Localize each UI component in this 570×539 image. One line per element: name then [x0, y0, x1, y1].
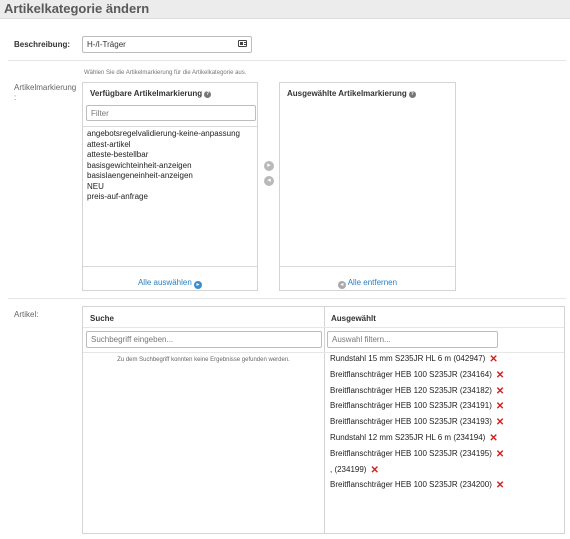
- article-name: , (234199): [330, 464, 367, 474]
- selected-article-item: Breitflanschträger HEB 120 S235JR (23418…: [330, 386, 504, 397]
- description-label: Beschreibung:: [14, 40, 71, 49]
- remove-icon[interactable]: ✕: [496, 401, 504, 412]
- id-card-icon[interactable]: [238, 40, 247, 47]
- article-name: Breitflanschträger HEB 100 S235JR (23416…: [330, 369, 492, 379]
- article-name: Breitflanschträger HEB 100 S235JR (23419…: [330, 417, 492, 427]
- marking-option[interactable]: atteste-bestellbar: [83, 150, 257, 161]
- selected-markings-list[interactable]: [280, 105, 455, 267]
- article-search-input[interactable]: Suchbegriff eingeben...: [86, 331, 322, 348]
- header-divider: [83, 352, 564, 353]
- marking-option[interactable]: angebotsregelvalidierung-keine-anpassung: [83, 129, 257, 140]
- selected-article-item: Breitflanschträger HEB 100 S235JR (23416…: [330, 370, 504, 381]
- selected-article-item: Breitflanschträger HEB 100 S235JR (23419…: [330, 449, 504, 460]
- no-results-message: Zu dem Suchbegriff konnten keine Ergebni…: [117, 357, 290, 363]
- marking-label: Artikelmarkierung :: [14, 83, 77, 102]
- remove-icon[interactable]: ✕: [489, 354, 497, 365]
- available-markings-title: Verfügbare Artikelmarkierung?: [90, 89, 212, 98]
- remove-icon[interactable]: ✕: [489, 433, 497, 444]
- selected-article-item: Breitflanschträger HEB 100 S235JR (23419…: [330, 401, 504, 412]
- article-name: Breitflanschträger HEB 100 S235JR (23419…: [330, 401, 492, 411]
- marking-filter-input[interactable]: Filter: [86, 105, 256, 121]
- help-icon[interactable]: ?: [204, 91, 212, 98]
- remove-icon[interactable]: ✕: [496, 417, 504, 428]
- selection-filter-input[interactable]: Auswahl filtern...: [327, 331, 498, 348]
- remove-icon[interactable]: ✕: [496, 370, 504, 381]
- arrow-left-icon: ◂: [337, 281, 346, 289]
- selected-article-item: Breitflanschträger HEB 100 S235JR (23419…: [330, 417, 504, 428]
- selected-markings-panel: Ausgewählte Artikelmarkierung? ◂ Alle en…: [279, 82, 456, 291]
- remove-icon[interactable]: ✕: [370, 465, 378, 476]
- article-name: Breitflanschträger HEB 120 S235JR (23418…: [330, 385, 492, 395]
- marking-option[interactable]: basislaengeneinheit-anzeigen: [83, 171, 257, 182]
- select-all-button[interactable]: Alle auswählen ▸: [83, 278, 257, 289]
- selected-article-item: , (234199) ✕: [330, 465, 379, 476]
- selected-markings-title: Ausgewählte Artikelmarkierung?: [287, 89, 416, 98]
- remove-icon[interactable]: ✕: [496, 386, 504, 397]
- selected-article-item: Breitflanschträger HEB 100 S235JR (23420…: [330, 480, 504, 491]
- remove-all-button[interactable]: ◂ Alle entfernen: [280, 278, 455, 289]
- selected-title: Ausgewählt: [331, 314, 376, 323]
- marking-option[interactable]: NEU: [83, 182, 257, 193]
- available-markings-panel: Verfügbare Artikelmarkierung? Filter ang…: [82, 82, 258, 291]
- page-header: Artikelkategorie ändern: [0, 0, 570, 19]
- selected-article-item: Rundstahl 15 mm S235JR HL 6 m (042947) ✕: [330, 354, 498, 365]
- articles-label: Artikel:: [14, 310, 39, 319]
- search-title: Suche: [90, 314, 115, 323]
- article-name: Breitflanschträger HEB 100 S235JR (23420…: [330, 480, 492, 490]
- selected-article-item: Rundstahl 12 mm S235JR HL 6 m (234194) ✕: [330, 433, 498, 444]
- description-value: H-/I-Träger: [87, 40, 126, 49]
- help-icon[interactable]: ?: [408, 91, 416, 98]
- column-divider: [324, 307, 325, 533]
- divider: [8, 298, 566, 299]
- article-name: Rundstahl 12 mm S235JR HL 6 m (234194): [330, 433, 486, 442]
- available-markings-list[interactable]: angebotsregelvalidierung-keine-anpassung…: [83, 126, 257, 267]
- marking-hint: Wählen Sie die Artikelmarkierung für die…: [84, 70, 247, 76]
- remove-icon[interactable]: ✕: [496, 449, 504, 460]
- arrow-right-icon: ▸: [194, 281, 203, 289]
- article-name: Rundstahl 15 mm S235JR HL 6 m (042947): [330, 354, 486, 363]
- marking-option[interactable]: basisgewichteinheit-anzeigen: [83, 161, 257, 172]
- marking-option[interactable]: attest-artikel: [83, 140, 257, 151]
- page-title: Artikelkategorie ändern: [4, 1, 150, 16]
- article-name: Breitflanschträger HEB 100 S235JR (23419…: [330, 448, 492, 458]
- move-right-button[interactable]: ▸: [264, 161, 274, 171]
- remove-icon[interactable]: ✕: [496, 480, 504, 491]
- move-left-button[interactable]: ◂: [264, 176, 274, 186]
- description-field[interactable]: H-/I-Träger: [82, 36, 252, 53]
- header-divider: [83, 327, 564, 328]
- marking-option[interactable]: preis-auf-anfrage: [83, 192, 257, 203]
- divider: [8, 60, 566, 61]
